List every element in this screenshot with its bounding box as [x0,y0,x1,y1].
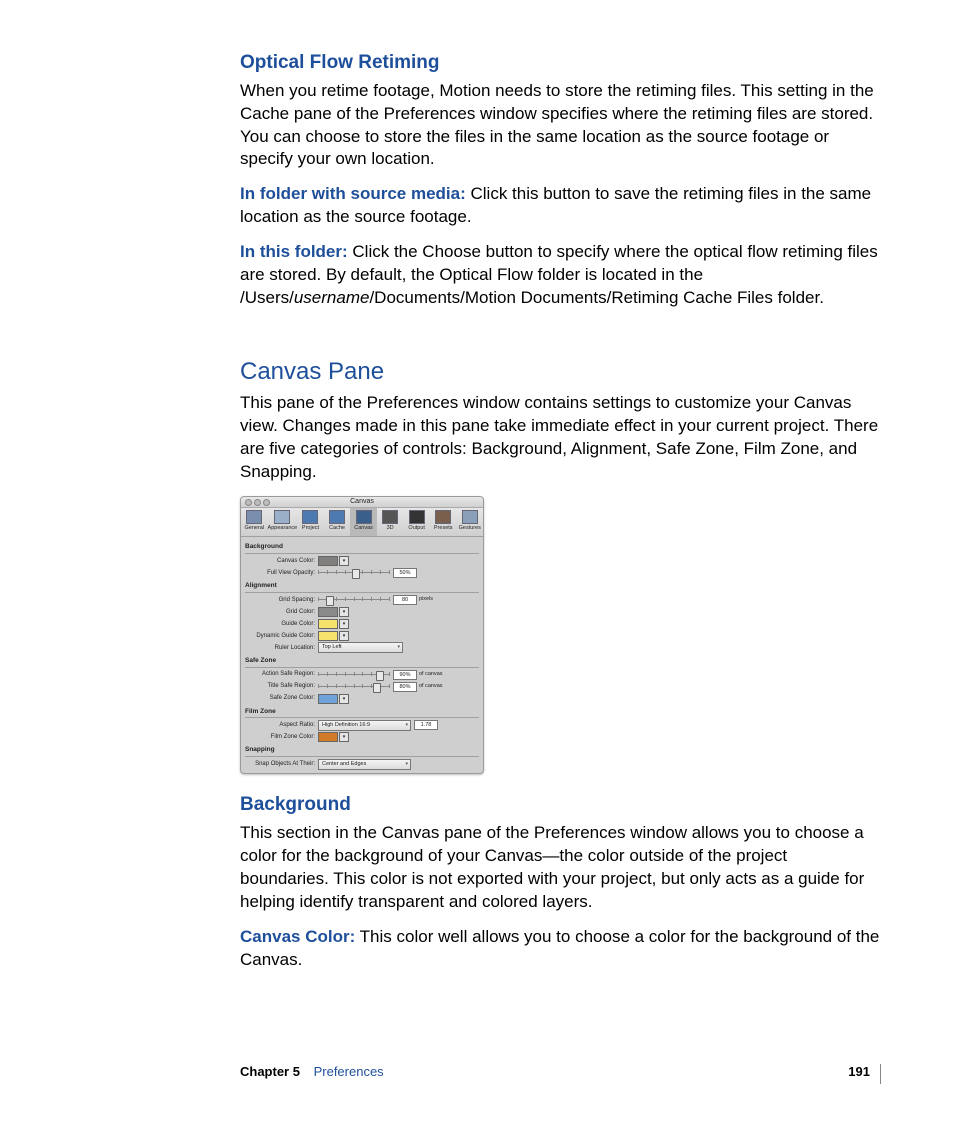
prefs-window-screenshot: Canvas General Appearance Project Cache … [240,496,484,774]
prefs-titlebar: Canvas [241,497,483,508]
page-footer: Chapter 5 Preferences 191 [240,1064,881,1084]
film-zone-color-picker-icon[interactable]: ▾ [339,732,349,742]
row-title-safe: Title Safe Region: 80% of canvas [245,682,479,692]
tab-cache[interactable]: Cache [324,508,351,536]
full-view-opacity-slider[interactable] [318,569,390,577]
row-guide-color: Guide Color: ▾ [245,619,479,629]
zoom-icon [263,499,270,506]
full-view-opacity-value[interactable]: 50% [393,568,417,578]
tab-appearance[interactable]: Appearance [268,508,298,536]
para-canvas-color: Canvas Color: This color well allows you… [240,926,880,972]
tab-gestures[interactable]: Gestures [457,508,484,536]
footer-chapter-label: Chapter 5 [240,1064,300,1079]
heading-optical-flow-retiming: Optical Flow Retiming [240,50,880,76]
para-canvas-pane-intro: This pane of the Preferences window cont… [240,392,880,484]
row-canvas-color: Canvas Color: ▾ [245,556,479,566]
heading-background: Background [240,792,880,818]
tab-general[interactable]: General [241,508,268,536]
grid-color-well[interactable] [318,607,338,617]
label-title-safe: Title Safe Region: [245,682,318,690]
label-snap-objects: Snap Objects At Their: [245,760,318,768]
para-in-this-folder: In this folder: Click the Choose button … [240,241,880,310]
footer-chapter-title: Preferences [314,1064,384,1079]
minimize-icon [254,499,261,506]
tab-3d[interactable]: 3D [377,508,404,536]
row-aspect-ratio: Aspect Ratio: High Definition 16:9 1.78 [245,720,479,730]
row-full-view-opacity: Full View Opacity: 50% [245,568,479,578]
row-snap-objects: Snap Objects At Their: Center and Edges [245,759,479,769]
close-icon [245,499,252,506]
grid-color-picker-icon[interactable]: ▾ [339,607,349,617]
para-optical-intro: When you retime footage, Motion needs to… [240,80,880,172]
label-dynamic-guide-color: Dynamic Guide Color: [245,632,318,640]
para-background-intro: This section in the Canvas pane of the P… [240,822,880,914]
section-snapping: Snapping [245,746,479,757]
title-safe-unit: of canvas [419,683,443,690]
guide-color-picker-icon[interactable]: ▾ [339,619,349,629]
runin-in-this-folder: In this folder: [240,242,348,261]
snap-objects-popup[interactable]: Center and Edges [318,759,411,770]
tab-canvas[interactable]: Canvas [350,508,377,536]
action-safe-value[interactable]: 90% [393,670,417,680]
window-traffic-lights [245,499,270,506]
title-safe-value[interactable]: 80% [393,682,417,692]
title-safe-slider[interactable] [318,683,390,691]
grid-spacing-value[interactable]: 80 [393,595,417,605]
para-in-folder-source: In folder with source media: Click this … [240,183,880,229]
grid-spacing-unit: pixels [419,596,433,603]
label-grid-color: Grid Color: [245,608,318,616]
heading-canvas-pane: Canvas Pane [240,356,880,388]
label-action-safe: Action Safe Region: [245,670,318,678]
section-background: Background [245,543,479,554]
film-zone-color-well[interactable] [318,732,338,742]
canvas-color-picker-icon[interactable]: ▾ [339,556,349,566]
row-action-safe: Action Safe Region: 90% of canvas [245,670,479,680]
row-ruler-location: Ruler Location: Top Left [245,643,479,653]
prefs-body: Background Canvas Color: ▾ Full View Opa… [241,537,483,774]
action-safe-unit: of canvas [419,671,443,678]
section-alignment: Alignment [245,582,479,593]
path-pre: /Users/ [240,288,294,307]
ruler-location-popup[interactable]: Top Left [318,642,403,653]
canvas-color-well[interactable] [318,556,338,566]
label-safe-zone-color: Safe Zone Color: [245,694,318,702]
prefs-toolbar: General Appearance Project Cache Canvas … [241,508,483,537]
row-grid-spacing: Grid Spacing: 80 pixels [245,595,479,605]
page: Optical Flow Retiming When you retime fo… [0,0,954,1145]
label-full-view-opacity: Full View Opacity: [245,569,318,577]
row-dynamic-guide-color: Dynamic Guide Color: ▾ [245,631,479,641]
tab-project[interactable]: Project [297,508,324,536]
content-column: Optical Flow Retiming When you retime fo… [240,50,880,983]
label-guide-color: Guide Color: [245,620,318,628]
label-grid-spacing: Grid Spacing: [245,596,318,604]
label-film-zone-color: Film Zone Color: [245,733,318,741]
action-safe-slider[interactable] [318,671,390,679]
aspect-ratio-popup[interactable]: High Definition 16:9 [318,720,411,731]
grid-spacing-slider[interactable] [318,596,390,604]
section-film-zone: Film Zone [245,708,479,719]
row-film-zone-color: Film Zone Color: ▾ [245,732,479,742]
label-canvas-color: Canvas Color: [245,557,318,565]
path-username: username [294,288,370,307]
safe-zone-color-well[interactable] [318,694,338,704]
guide-color-well[interactable] [318,619,338,629]
label-ruler-location: Ruler Location: [245,644,318,652]
dynamic-guide-color-well[interactable] [318,631,338,641]
runin-in-folder-source: In folder with source media: [240,184,466,203]
prefs-title: Canvas [350,498,374,505]
row-safe-zone-color: Safe Zone Color: ▾ [245,694,479,704]
row-grid-color: Grid Color: ▾ [245,607,479,617]
runin-canvas-color: Canvas Color: [240,927,355,946]
label-aspect-ratio: Aspect Ratio: [245,721,318,729]
path-post: /Documents/Motion Documents/Retiming Cac… [369,288,823,307]
safe-zone-color-picker-icon[interactable]: ▾ [339,694,349,704]
tab-output[interactable]: Output [403,508,430,536]
tab-presets[interactable]: Presets [430,508,457,536]
aspect-ratio-num[interactable]: 1.78 [414,720,438,730]
dynamic-guide-color-picker-icon[interactable]: ▾ [339,631,349,641]
footer-page-number: 191 [848,1064,870,1079]
section-safe-zone: Safe Zone [245,657,479,668]
